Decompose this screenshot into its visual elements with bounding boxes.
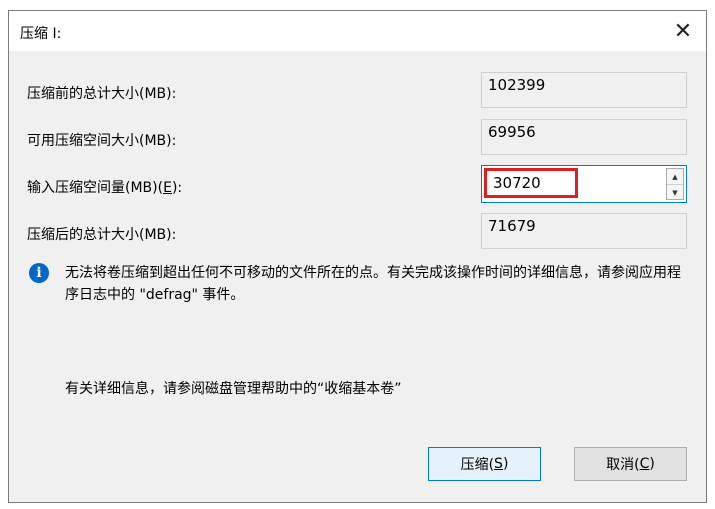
cancel-button-mnemonic: C	[639, 456, 650, 472]
spin-down-button[interactable]: ▼	[667, 185, 683, 200]
caret-up-icon: ▲	[672, 172, 678, 181]
shrink-button-suffix: )	[502, 456, 509, 472]
shrink-button-mnemonic: S	[494, 456, 503, 472]
cancel-button[interactable]: 取消(C)	[574, 447, 687, 481]
shrink-amount-input[interactable]: 30720	[484, 168, 578, 198]
spin-up-button[interactable]: ▲	[667, 169, 683, 185]
total-after-label: 压缩后的总计大小(MB):	[27, 227, 177, 243]
cancel-button-suffix: )	[649, 456, 655, 472]
total-before-label: 压缩前的总计大小(MB):	[27, 86, 177, 102]
shrink-button-prefix: 压缩(	[460, 457, 495, 473]
dialog-title: 压缩 I:	[20, 26, 62, 42]
close-icon: ✕	[673, 18, 693, 44]
title-bar: 压缩 I: ✕	[9, 11, 706, 51]
shrink-amount-stepper[interactable]: 30720 ▲ ▼	[481, 165, 687, 203]
total-before-field: 102399	[481, 72, 687, 108]
shrink-amount-label: 输入压缩空间量(MB)(E):	[27, 177, 182, 197]
close-button[interactable]: ✕	[660, 11, 706, 51]
caret-down-icon: ▼	[672, 188, 678, 197]
spinner: ▲ ▼	[666, 168, 684, 200]
shrink-amount-label-suffix: ):	[171, 180, 183, 196]
total-after-field: 71679	[481, 213, 687, 249]
shrink-amount-label-prefix: 输入压缩空间量(MB)(	[27, 180, 164, 196]
shrink-amount-label-mnemonic: E	[163, 180, 172, 196]
cancel-button-prefix: 取消(	[606, 457, 640, 473]
available-space-label: 可用压缩空间大小(MB):	[27, 133, 177, 149]
shrink-button[interactable]: 压缩(S)	[428, 447, 541, 481]
info-icon: i	[29, 263, 49, 283]
info-message: 无法将卷压缩到超出任何不可移动的文件所在的点。有关完成该操作时间的详细信息，请参…	[65, 265, 681, 303]
available-space-field: 69956	[481, 119, 687, 155]
help-message: 有关详细信息，请参阅磁盘管理帮助中的“收缩基本卷”	[65, 381, 402, 397]
shrink-dialog: 压缩 I: ✕ 压缩前的总计大小(MB): 102399 可用压缩空间大小(MB…	[8, 10, 707, 503]
